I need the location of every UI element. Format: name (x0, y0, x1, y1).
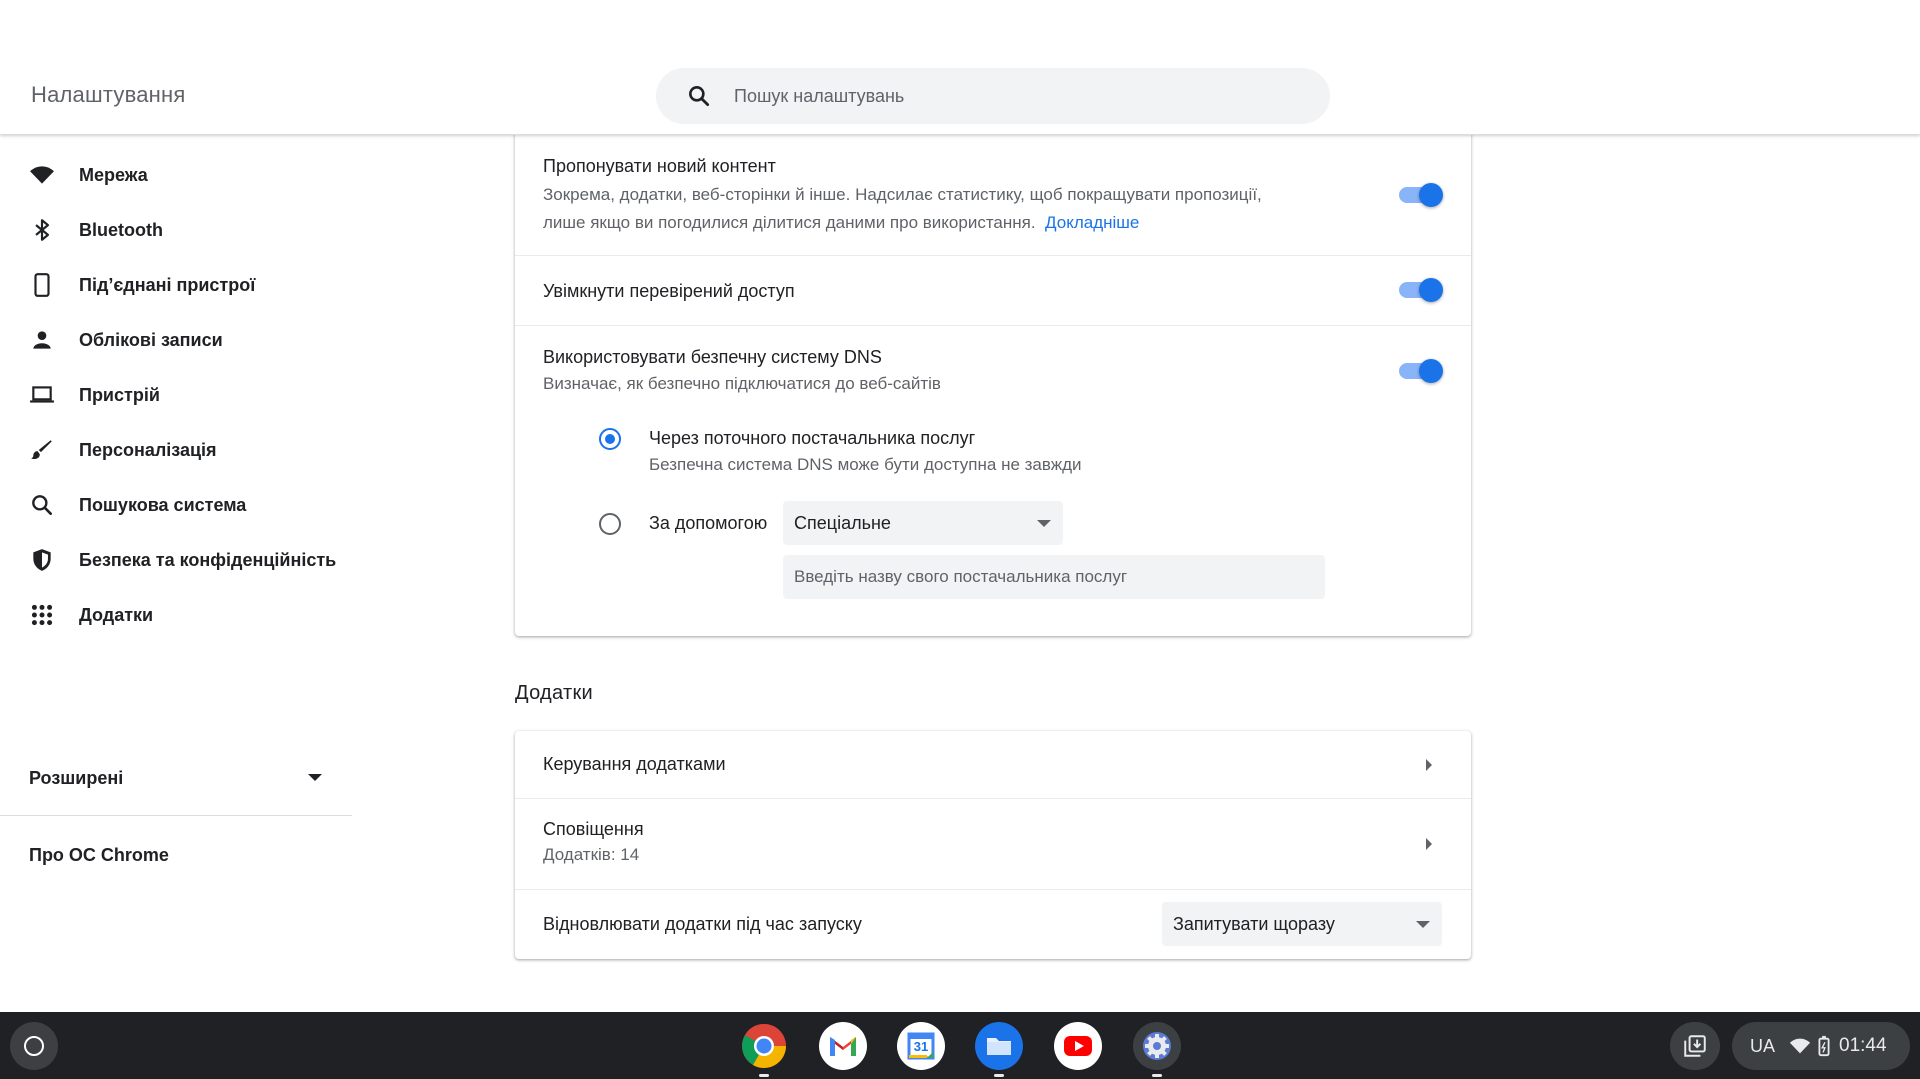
sidebar-divider (0, 815, 352, 816)
suggest-content-desc-line1: Зокрема, додатки, веб-сторінки й інше. Н… (543, 185, 1262, 204)
manage-apps-label: Керування додатками (543, 754, 726, 774)
phone-icon (29, 272, 55, 298)
holding-space-button[interactable] (1670, 1022, 1720, 1070)
wifi-icon (1789, 1038, 1811, 1054)
verified-access-toggle[interactable] (1399, 278, 1443, 302)
dns-provider-selected: Спеціальне (794, 512, 891, 533)
sidebar-item-label: Персоналізація (79, 439, 217, 460)
toggle-knob (1419, 278, 1443, 302)
suggest-content-title: Пропонувати новий контент (543, 156, 776, 176)
header: Налаштування (0, 0, 1920, 135)
sidebar-item-network[interactable]: Мережа (0, 147, 352, 203)
search-input[interactable] (734, 85, 1294, 107)
privacy-card: Пропонувати новий контент Зокрема, додат… (515, 120, 1471, 636)
chevron-right-icon (1426, 759, 1432, 771)
toggle-knob (1419, 183, 1443, 207)
battery-icon (1818, 1035, 1830, 1057)
files-icon[interactable] (975, 1022, 1023, 1077)
running-indicator (1152, 1074, 1162, 1077)
youtube-icon[interactable] (1054, 1022, 1102, 1070)
launcher-button[interactable] (10, 1022, 58, 1070)
dns-provider-input[interactable] (783, 555, 1325, 599)
sidebar-item-accounts[interactable]: Облікові записи (0, 312, 352, 368)
sidebar-item-connected-devices[interactable]: Під’єднані пристрої (0, 257, 352, 313)
bluetooth-icon (29, 217, 55, 243)
download-tray-icon (1684, 1035, 1706, 1057)
row-divider (515, 325, 1471, 326)
calendar-day: 31 (913, 1039, 929, 1054)
suggest-content-desc-line2: лише якщо ви погодилися ділитися даними … (543, 209, 1139, 237)
sidebar-item-bluetooth[interactable]: Bluetooth (0, 202, 352, 258)
sidebar-item-label: Bluetooth (79, 219, 163, 240)
secure-dns-toggle[interactable] (1399, 359, 1443, 383)
brush-icon (29, 437, 55, 463)
running-indicator (994, 1074, 1004, 1077)
sidebar-advanced-toggle[interactable]: Розширені (0, 750, 352, 806)
notifications-row[interactable]: Сповіщення Додатків: 14 (515, 799, 1471, 889)
running-indicator (759, 1074, 769, 1077)
sidebar-item-label: Мережа (79, 164, 148, 185)
learn-more-link[interactable]: Докладніше (1045, 213, 1139, 232)
sidebar-item-personalization[interactable]: Персоналізація (0, 422, 352, 478)
launcher-icon (24, 1036, 44, 1056)
chevron-down-icon (1416, 921, 1430, 928)
search-box[interactable] (656, 68, 1330, 124)
dns-current-provider-title: Через поточного постачальника послуг (649, 428, 976, 448)
notifications-label: Сповіщення (543, 819, 644, 839)
dns-custom-provider-label: За допомогою (649, 513, 768, 533)
manage-apps-row[interactable]: Керування додатками (515, 731, 1471, 798)
suggest-content-desc-text: лише якщо ви погодилися ділитися даними … (543, 213, 1036, 232)
restore-apps-label: Відновлювати додатки під час запуску (543, 914, 862, 934)
sidebar-item-security[interactable]: Безпека та конфіденційність (0, 532, 352, 588)
sidebar-item-label: Додатки (79, 604, 154, 625)
sidebar-item-label: Пристрій (79, 384, 160, 405)
person-icon (29, 327, 55, 353)
sidebar-item-label: Пошукова система (79, 494, 247, 515)
restore-apps-select[interactable]: Запитувати щоразу (1162, 902, 1442, 946)
calendar-icon[interactable]: 31 (897, 1022, 945, 1070)
wifi-icon (29, 162, 55, 188)
clock: 01:44 (1839, 1035, 1887, 1056)
page-title: Налаштування (31, 82, 186, 107)
secure-dns-desc: Визначає, як безпечно підключатися до ве… (543, 374, 941, 393)
chrome-icon[interactable] (740, 1022, 788, 1077)
laptop-icon (29, 382, 55, 408)
sidebar-item-label: Облікові записи (79, 329, 223, 350)
sidebar-item-device[interactable]: Пристрій (0, 367, 352, 423)
sidebar-item-apps[interactable]: Додатки (0, 587, 352, 643)
gmail-icon[interactable] (819, 1022, 867, 1070)
dns-custom-provider-radio[interactable] (599, 513, 621, 535)
secure-dns-title: Використовувати безпечну систему DNS (543, 347, 882, 367)
sidebar-item-label: Безпека та конфіденційність (79, 549, 337, 570)
sidebar-item-label: Під’єднані пристрої (79, 274, 256, 295)
shelf: 31 UA 01:44 (0, 1012, 1920, 1079)
restore-apps-selected: Запитувати щоразу (1173, 913, 1335, 934)
dns-provider-select[interactable]: Спеціальне (783, 501, 1063, 545)
dns-current-provider-desc: Безпечна система DNS може бути доступна … (649, 455, 1082, 474)
apps-grid-icon (29, 602, 55, 628)
notifications-count: Додатків: 14 (543, 845, 640, 864)
chevron-right-icon (1426, 838, 1432, 850)
sidebar-advanced-label: Розширені (29, 767, 124, 788)
sidebar: Мережа Bluetooth Під’єднані пристрої Обл… (0, 136, 352, 1012)
keyboard-layout-indicator: UA (1750, 1035, 1776, 1056)
sidebar-item-search-engine[interactable]: Пошукова система (0, 477, 352, 533)
status-area[interactable]: UA 01:44 (1732, 1022, 1910, 1070)
apps-card: Керування додатками Сповіщення Додатків:… (515, 731, 1471, 959)
dns-current-provider-radio[interactable] (599, 428, 621, 450)
toggle-knob (1419, 359, 1443, 383)
suggest-content-toggle[interactable] (1399, 183, 1443, 207)
row-divider (515, 255, 1471, 256)
search-icon (29, 492, 55, 518)
settings-icon[interactable] (1133, 1022, 1181, 1077)
row-divider (515, 889, 1471, 890)
chevron-down-icon (308, 774, 322, 781)
search-icon (689, 86, 710, 107)
chevron-down-icon (1037, 520, 1051, 527)
shield-icon (29, 547, 55, 573)
sidebar-item-about[interactable]: Про ОС Chrome (29, 845, 169, 866)
verified-access-title: Увімкнути перевірений доступ (543, 281, 795, 301)
apps-section-title: Додатки (515, 682, 593, 704)
